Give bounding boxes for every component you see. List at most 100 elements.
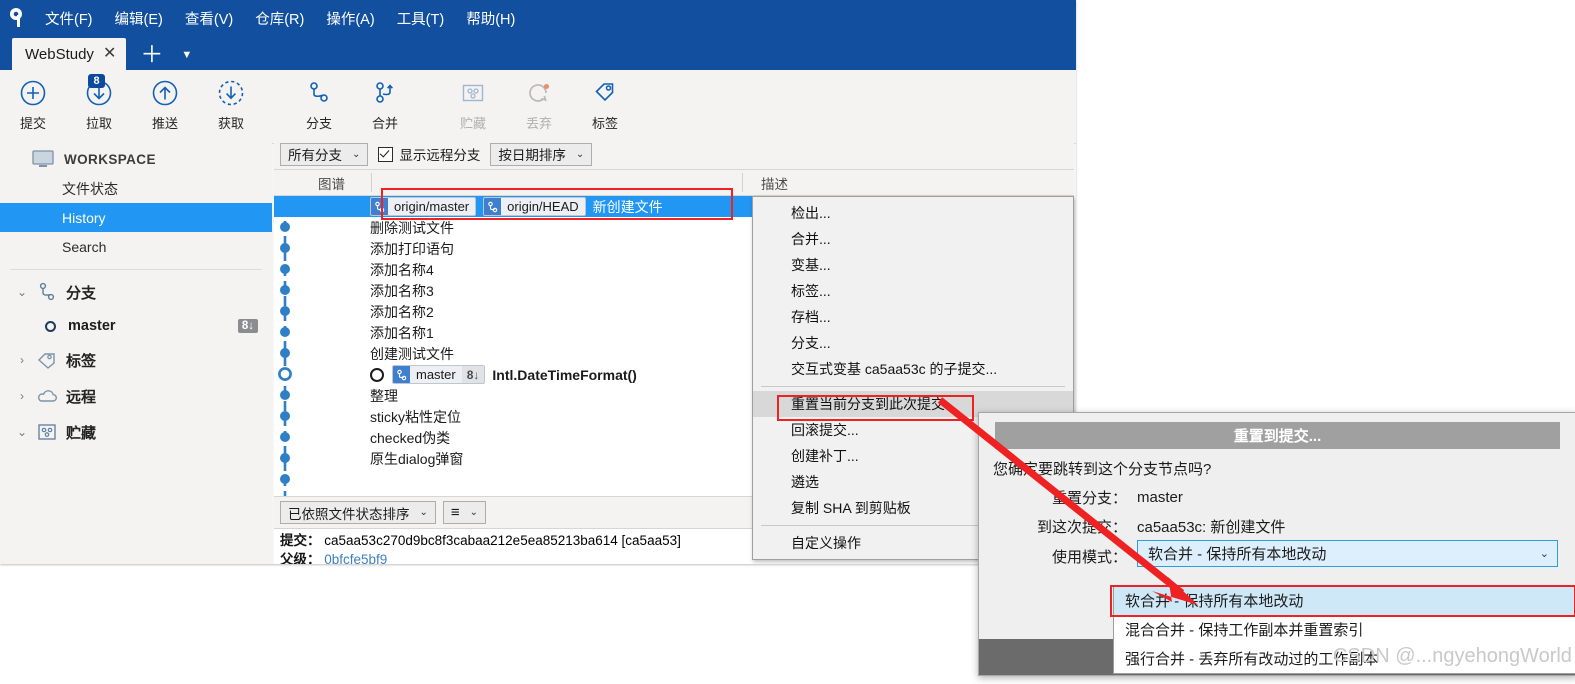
sidebar-item-search[interactable]: Search [0, 232, 272, 261]
sort-order-dropdown[interactable]: 按日期排序 ⌄ [490, 142, 593, 166]
dropdown-option-hard[interactable]: 强行合并 - 丢弃所有改动过的工作副本 [1114, 644, 1575, 673]
toolbar-button-push[interactable]: 推送 [132, 75, 198, 132]
stash-icon [459, 75, 487, 111]
reset-mode-value: 软合并 - 保持所有本地改动 [1148, 546, 1327, 563]
file-sort-dropdown[interactable]: 已依照文件状态排序 ⌄ [280, 501, 436, 524]
application-window: 文件(F) 编辑(E) 查看(V) 仓库(R) 操作(A) 工具(T) 帮助(H… [0, 0, 1076, 564]
pull-count-badge: 8 [88, 74, 105, 88]
sidebar-group-label: 分支 [66, 284, 97, 302]
branch-icon [393, 366, 410, 383]
dialog-to-commit-value: ca5aa53c: 新创建文件 [1137, 519, 1286, 536]
menu-item-tools[interactable]: 工具(T) [386, 6, 456, 31]
toolbar-button-commit[interactable]: 提交 [0, 75, 66, 132]
close-icon[interactable]: ✕ [103, 46, 116, 62]
toolbar-label: 提交 [19, 116, 46, 131]
toolbar-button-merge[interactable]: 合并 [352, 75, 418, 132]
toolbar-button-fetch[interactable]: 获取 [198, 75, 264, 132]
context-menu-item-tag[interactable]: 标签... [753, 278, 1073, 304]
filter-bar: 所有分支 ⌄ 显示远程分支 按日期排序 ⌄ [274, 139, 1074, 170]
context-menu-item-archive[interactable]: 存档... [753, 304, 1073, 330]
dialog-reset-branch-label: 重置分支： [1051, 490, 1127, 507]
sidebar-group-branches[interactable]: ⌄ 分支 [0, 274, 272, 310]
cloud-icon [36, 389, 58, 404]
commit-message: 原生dialog弹窗 [370, 450, 464, 467]
toolbar-label: 获取 [217, 116, 244, 131]
tab-label: WebStudy [25, 45, 94, 63]
list-view-icon: ≡ [450, 504, 460, 521]
commit-message: 删除测试文件 [370, 219, 454, 236]
toolbar-button-stash[interactable]: 贮藏 [440, 75, 506, 132]
chevron-down-icon[interactable]: ⌄ [16, 425, 28, 439]
dialog-row-reset-branch: 重置分支： master [979, 487, 1575, 508]
column-header-graph[interactable]: 图谱 [318, 173, 345, 193]
commit-message: 添加打印语句 [370, 240, 454, 257]
context-menu-item-branch[interactable]: 分支... [753, 330, 1073, 356]
file-sort-value: 已依照文件状态排序 [288, 506, 410, 522]
head-indicator-icon [370, 367, 384, 382]
reset-mode-select[interactable]: 软合并 - 保持所有本地改动 ⌄ [1137, 540, 1558, 567]
dropdown-option-soft[interactable]: 软合并 - 保持所有本地改动 [1114, 586, 1575, 615]
column-header-row: 图谱 描述 [274, 170, 1074, 196]
chevron-down-icon: ⌄ [1539, 548, 1549, 560]
sidebar-group-remotes[interactable]: › 远程 [0, 378, 272, 414]
sidebar-item-history[interactable]: History [0, 203, 272, 232]
discard-refresh-icon [525, 75, 553, 111]
toolbar-button-discard[interactable]: 丢弃 [506, 75, 572, 132]
ref-chip-master[interactable]: master 8↓ [392, 365, 486, 384]
sidebar-branch-badge: 8↓ [237, 319, 258, 333]
menu-item-repository[interactable]: 仓库(R) [244, 6, 315, 31]
dialog-reset-branch-value: master [1137, 489, 1183, 506]
chevron-right-icon[interactable]: › [16, 353, 28, 367]
plus-circle-icon [19, 75, 47, 111]
toolbar-label: 分支 [305, 116, 332, 131]
menu-item-help[interactable]: 帮助(H) [455, 6, 526, 31]
reset-mode-dropdown-list[interactable]: 软合并 - 保持所有本地改动 混合合并 - 保持工作副本并重置索引 强行合并 -… [1113, 585, 1575, 674]
chevron-down-icon[interactable]: ▼ [181, 49, 192, 70]
sidebar-group-stashes[interactable]: ⌄ 贮藏 [0, 414, 272, 450]
dialog-title: 重置到提交... [995, 422, 1560, 449]
ref-chip-origin-head[interactable]: origin/HEAD [483, 197, 586, 216]
view-mode-dropdown[interactable]: ≡ ⌄ [442, 501, 487, 524]
ref-chip-label: origin/HEAD [507, 199, 579, 214]
chevron-down-icon[interactable]: ⌄ [16, 285, 28, 299]
ref-chip-label: origin/master [394, 199, 470, 214]
tab-webstudy[interactable]: WebStudy ✕ [12, 38, 127, 70]
toolbar-label: 合并 [371, 116, 398, 131]
dialog-to-commit-label: 到这次提交： [1036, 519, 1127, 536]
commit-message: checked伪类 [370, 429, 451, 446]
column-header-description[interactable]: 描述 [761, 173, 788, 193]
branch-filter-dropdown[interactable]: 所有分支 ⌄ [280, 142, 369, 166]
parent-sha-link[interactable]: 0bfcfe5bf9 [324, 552, 387, 564]
commit-message: 整理 [370, 387, 398, 404]
dropdown-option-mixed[interactable]: 混合合并 - 保持工作副本并重置索引 [1114, 615, 1575, 644]
context-menu-item-rebase[interactable]: 变基... [753, 252, 1073, 278]
menu-item-file[interactable]: 文件(F) [34, 6, 104, 31]
toolbar-button-branch[interactable]: 分支 [286, 75, 352, 132]
branch-icon [36, 282, 58, 302]
context-menu-item-merge[interactable]: 合并... [753, 226, 1073, 252]
chevron-right-icon[interactable]: › [16, 389, 28, 403]
sidebar-branch-master[interactable]: master 8↓ [0, 310, 272, 342]
dialog-row-to-commit: 到这次提交： ca5aa53c: 新创建文件 [979, 516, 1575, 537]
menu-item-actions[interactable]: 操作(A) [315, 6, 385, 31]
context-menu-item-interactive-rebase[interactable]: 交互式变基 ca5aa53c 的子提交... [753, 356, 1073, 382]
merge-icon [371, 75, 399, 111]
branch-icon [371, 198, 388, 215]
arrow-down-circle-icon: 8 [85, 74, 113, 111]
sidebar-group-label: 标签 [66, 352, 97, 370]
sidebar-group-tags[interactable]: › 标签 [0, 342, 272, 378]
menu-item-view[interactable]: 查看(V) [174, 6, 244, 31]
menu-item-edit[interactable]: 编辑(E) [104, 6, 174, 31]
context-menu-separator [761, 386, 1065, 387]
show-remote-branches-label: 显示远程分支 [399, 148, 481, 163]
context-menu-item-checkout[interactable]: 检出... [753, 200, 1073, 226]
sidebar-item-file-status[interactable]: 文件状态 [0, 174, 272, 203]
chevron-down-icon: ⌄ [469, 507, 479, 518]
add-tab-icon[interactable]: ＋ [140, 43, 163, 70]
menu-bar: 文件(F) 编辑(E) 查看(V) 仓库(R) 操作(A) 工具(T) 帮助(H… [0, 0, 1076, 36]
show-remote-branches-checkbox[interactable]: 显示远程分支 [378, 144, 480, 164]
ref-chip-origin-master[interactable]: origin/master [370, 197, 477, 216]
toolbar-button-pull[interactable]: 8 拉取 [66, 74, 132, 132]
ref-chip-label: master [416, 367, 456, 382]
toolbar-button-tag[interactable]: 标签 [572, 75, 638, 132]
